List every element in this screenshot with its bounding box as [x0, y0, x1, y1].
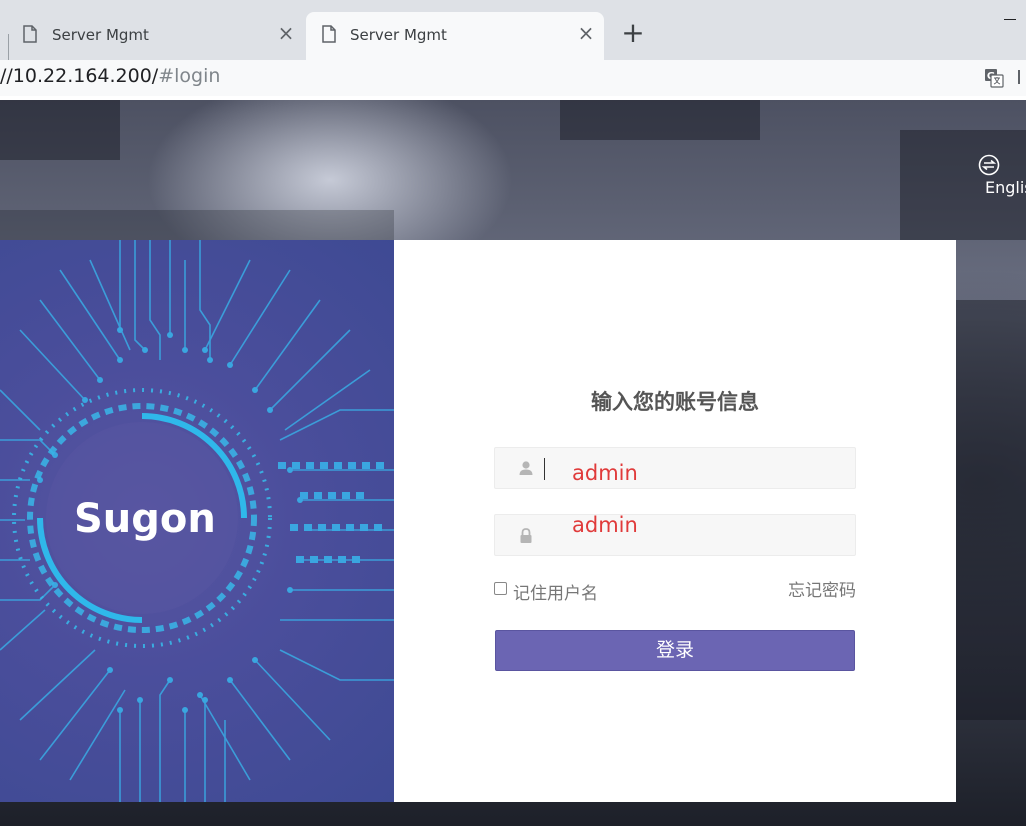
- language-switch[interactable]: Englis: [978, 154, 1026, 200]
- login-title: 输入您的账号信息: [591, 390, 759, 414]
- lock-icon: [520, 528, 532, 543]
- remember-checkbox[interactable]: [494, 581, 507, 595]
- language-label: Englis: [985, 178, 1026, 197]
- login-form: 输入您的账号信息 admin admin 记住用户名 忘记密码 登录: [394, 240, 956, 802]
- close-icon[interactable]: ×: [274, 21, 298, 45]
- background-shape: [560, 100, 760, 140]
- minimize-icon[interactable]: [1004, 19, 1016, 20]
- url-path: #login: [158, 65, 221, 87]
- remember-label: 记住用户名: [513, 583, 598, 604]
- password-field[interactable]: admin: [494, 513, 856, 556]
- brand-panel: Sugon: [0, 240, 394, 802]
- document-icon: [23, 25, 37, 43]
- tab-title: Server Mgmt: [350, 26, 447, 44]
- document-icon: [322, 25, 336, 43]
- browser-tab-1[interactable]: Server Mgmt ×: [0, 12, 305, 60]
- close-icon[interactable]: ×: [574, 21, 598, 45]
- browser-menu-icon[interactable]: [1018, 70, 1022, 84]
- background-shape: [956, 300, 1026, 720]
- forgot-password-link[interactable]: 忘记密码: [788, 576, 856, 601]
- browser-tab-2[interactable]: Server Mgmt ×: [306, 12, 604, 60]
- username-value: admin: [572, 461, 638, 485]
- new-tab-button[interactable]: +: [618, 18, 648, 48]
- username-field[interactable]: admin: [494, 447, 856, 489]
- login-button[interactable]: 登录: [495, 630, 855, 671]
- remember-username[interactable]: 记住用户名: [494, 580, 598, 604]
- password-value: admin: [572, 513, 638, 537]
- translate-icon[interactable]: G: [984, 68, 1004, 88]
- login-page: Engli s: [0, 100, 1026, 826]
- user-icon: [519, 461, 533, 475]
- address-bar[interactable]: //10.22.164.200/#login G: [0, 60, 1026, 96]
- browser-tab-bar: Server Mgmt × Server Mgmt × +: [0, 0, 1026, 60]
- tab-title: Server Mgmt: [52, 26, 149, 44]
- swap-arrows-icon: [978, 154, 1000, 176]
- tab-separator: [8, 34, 9, 60]
- text-cursor: [544, 458, 545, 480]
- url-host: //10.22.164.200/: [0, 65, 159, 87]
- background-shape: [0, 210, 394, 240]
- sugon-logo: Sugon: [74, 496, 216, 542]
- url-text[interactable]: //10.22.164.200/#login: [0, 65, 220, 87]
- background-shape: [0, 100, 120, 160]
